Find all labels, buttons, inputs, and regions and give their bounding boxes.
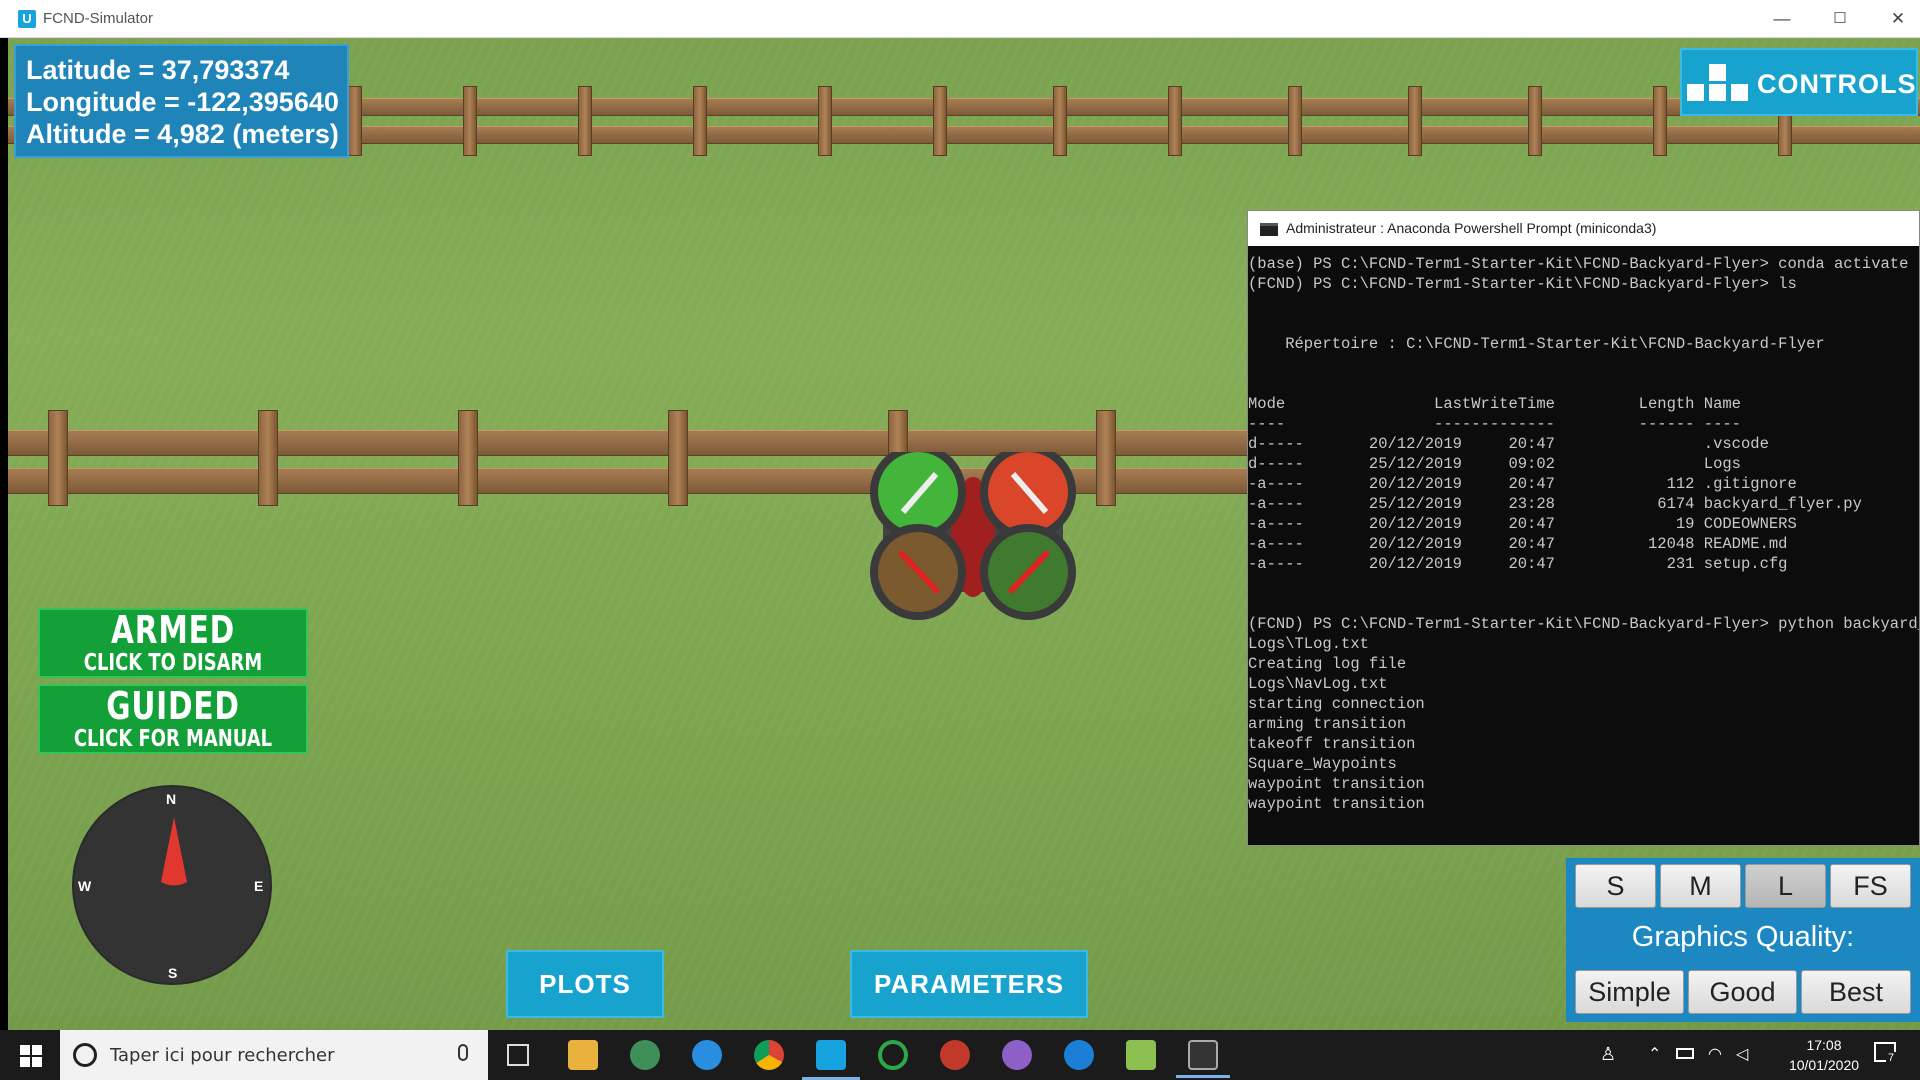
plots-button[interactable]: PLOTS [506,950,664,1018]
battery-icon[interactable] [1676,1048,1694,1059]
clock-date: 10/01/2020 [1788,1057,1860,1073]
terminal-line: takeoff transition [1248,735,1416,753]
compass-south: S [168,965,178,981]
terminal-line: ---- ------------- ------ ---- [1248,415,1741,433]
terminal-line: -a---- 20/12/2019 20:47 19 CODEOWNERS [1248,515,1797,533]
terminal-line: Logs\NavLog.txt [1248,675,1388,693]
notepad-icon[interactable] [1126,1040,1156,1070]
size-s-button[interactable]: S [1575,864,1656,908]
terminal-line: -a---- 20/12/2019 20:47 112 .gitignore [1248,475,1797,493]
microphone-icon[interactable] [458,1044,468,1061]
terminal-line: d----- 20/12/2019 20:47 .vscode [1248,435,1769,453]
minimize-button[interactable]: — [1752,0,1812,38]
terminal-line: -a---- 20/12/2019 20:47 231 setup.cfg [1248,555,1788,573]
spider-app-icon[interactable] [940,1040,970,1070]
terminal-title: Administrateur : Anaconda Powershell Pro… [1286,220,1657,236]
terminal-titlebar[interactable]: Administrateur : Anaconda Powershell Pro… [1248,211,1919,246]
show-hidden-icons[interactable]: ⌃ [1648,1044,1661,1064]
graphics-quality-label: Graphics Quality: [1631,921,1855,953]
position-readout: Latitude = 37,793374 Longitude = -122,39… [14,44,349,158]
wifi-icon[interactable]: ◠ [1708,1044,1722,1064]
quadcopter-drone [870,452,1076,620]
notifications-icon[interactable]: 7 [1874,1042,1897,1064]
file-explorer-icon[interactable] [568,1040,598,1070]
graphics-panel: S M L FS Graphics Quality: Simple Good B… [1566,858,1920,1022]
start-button[interactable] [0,1030,60,1080]
terminal-line: Logs\TLog.txt [1248,635,1369,653]
terminal-line: Répertoire : C:\FCND-Term1-Starter-Kit\F… [1248,335,1825,353]
terminal-line: -a---- 25/12/2019 23:28 6174 backyard_fl… [1248,495,1862,513]
close-button[interactable]: ✕ [1868,0,1920,38]
cortana-icon [73,1043,97,1067]
mode-state-label: GUIDED [106,684,240,728]
search-placeholder: Taper ici pour rechercher [110,1045,335,1066]
terminal-line: Creating log file [1248,655,1407,673]
arm-action-label: CLICK TO DISARM [83,650,263,676]
terminal-line: (base) PS C:\FCND-Term1-Starter-Kit\FCND… [1248,255,1919,273]
quality-best-button[interactable]: Best [1801,970,1911,1014]
volume-icon[interactable]: ◁ [1736,1044,1748,1064]
window-title: FCND-Simulator [43,10,154,27]
compass-needle-icon [161,817,187,886]
longitude-readout: Longitude = -122,395640 [26,87,339,117]
terminal-line: Square_Waypoints [1248,755,1397,773]
terminal-line: starting connection [1248,695,1425,713]
latitude-readout: Latitude = 37,793374 [26,55,290,85]
compass-north: N [166,791,177,807]
terminal-icon [1260,222,1278,236]
clock[interactable]: 17:08 10/01/2020 [1782,1035,1866,1075]
terminal-line: -a---- 20/12/2019 20:47 12048 README.md [1248,535,1788,553]
ring-app-icon[interactable] [878,1040,908,1070]
windows-taskbar: Taper ici pour rechercher ♙ ⌃ ◠ ◁ 17:08 … [0,1030,1920,1080]
terminal-line: waypoint transition [1248,775,1425,793]
terminal-line: Mode LastWriteTime Length Name [1248,395,1741,413]
arm-state-label: ARMED [110,608,236,652]
terminal-line: (FCND) PS C:\FCND-Term1-Starter-Kit\FCND… [1248,615,1919,633]
github-desktop-icon[interactable] [1002,1040,1032,1070]
taskbar-search-box[interactable]: Taper ici pour rechercher [60,1030,488,1080]
altitude-readout: Altitude = 4,982 (meters) [26,119,339,149]
size-m-button[interactable]: M [1660,864,1741,908]
clock-time: 17:08 [1806,1037,1842,1053]
terminal-output[interactable]: (base) PS C:\FCND-Term1-Starter-Kit\FCND… [1248,246,1919,814]
window-titlebar: U FCND-Simulator — ☐ ✕ [0,0,1920,38]
edge-icon[interactable] [1064,1040,1094,1070]
controls-button-label: CONTROLS [1757,69,1917,99]
people-icon[interactable]: ♙ [1600,1044,1616,1065]
terminal-line: arming transition [1248,715,1407,733]
globe-icon[interactable] [630,1040,660,1070]
terminal-line: waypoint transition [1248,795,1425,813]
quality-simple-button[interactable]: Simple [1575,970,1684,1014]
mode-toggle-button[interactable]: GUIDED CLICK FOR MANUAL [38,684,308,754]
simulator-app-icon: U [18,10,36,28]
mode-action-label: CLICK FOR MANUAL [73,726,273,752]
size-l-button[interactable]: L [1745,864,1826,908]
compass-east: E [254,878,264,894]
fcnd-simulator-icon[interactable] [802,1040,860,1080]
terminal-taskbar-icon[interactable] [1176,1040,1230,1078]
size-fs-button[interactable]: FS [1830,864,1911,908]
compass: N E S W [72,785,272,985]
parameters-button[interactable]: PARAMETERS [850,950,1088,1018]
arm-toggle-button[interactable]: ARMED CLICK TO DISARM [38,608,308,678]
controls-grid-icon [1687,64,1748,104]
chrome-icon[interactable] [754,1040,784,1070]
internet-explorer-icon[interactable] [692,1040,722,1070]
maximize-button[interactable]: ☐ [1810,0,1870,38]
task-view-icon[interactable] [507,1044,529,1066]
compass-west: W [78,878,92,894]
terminal-line: d----- 25/12/2019 09:02 Logs [1248,455,1741,473]
quality-good-button[interactable]: Good [1688,970,1797,1014]
powershell-window[interactable]: Administrateur : Anaconda Powershell Pro… [1247,210,1920,846]
controls-button[interactable]: CONTROLS [1680,48,1918,116]
terminal-line: (FCND) PS C:\FCND-Term1-Starter-Kit\FCND… [1248,275,1797,293]
